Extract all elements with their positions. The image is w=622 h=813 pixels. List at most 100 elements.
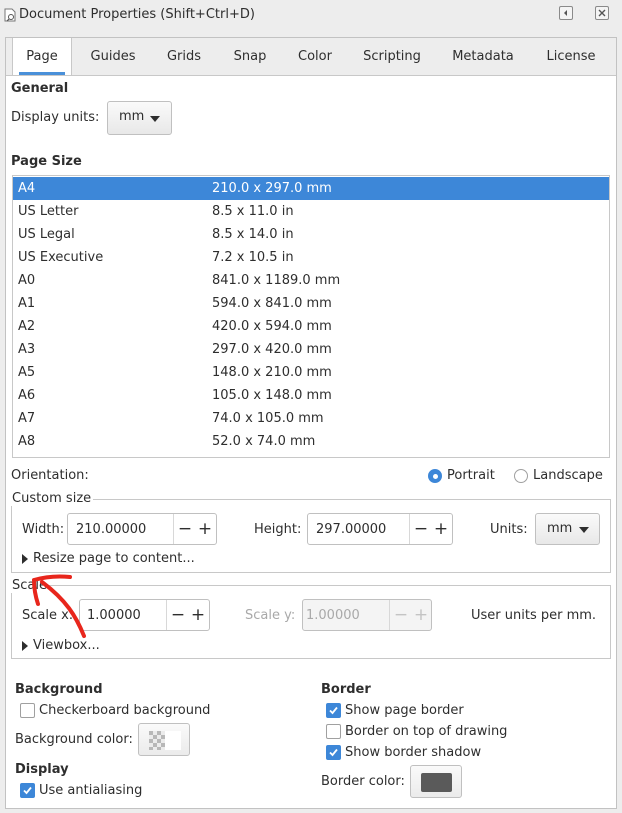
display-heading: Display [15, 762, 69, 777]
landscape-label: Landscape [533, 468, 603, 483]
display-units-value: mm [119, 109, 145, 124]
page-size-row[interactable]: A4 210.0 x 297.0 mm [13, 177, 609, 200]
dock-button[interactable] [559, 6, 573, 20]
user-units-note: User units per mm. [471, 608, 597, 623]
tab-license[interactable]: License [534, 38, 608, 75]
width-spinbox[interactable]: 210.00000 − + [67, 513, 217, 545]
page-size-row[interactable]: A5 148.0 x 210.0 mm [13, 361, 609, 384]
page-size-row[interactable]: US Letter 8.5 x 11.0 in [13, 200, 609, 223]
height-input[interactable]: 297.00000 [316, 522, 386, 537]
border-color-swatch [421, 773, 452, 792]
width-input[interactable]: 210.00000 [76, 522, 146, 537]
page-size-dimensions: 52.0 x 74.0 mm [212, 434, 316, 449]
page-size-dimensions: 8.5 x 14.0 in [212, 227, 294, 242]
background-color-button[interactable] [138, 723, 190, 756]
antialiasing-checkbox[interactable] [20, 783, 35, 798]
page-size-row[interactable]: A2 420.0 x 594.0 mm [13, 315, 609, 338]
scale-y-input: 1.00000 [306, 608, 360, 623]
width-increment-button[interactable]: + [194, 514, 216, 544]
window-titlebar: Document Properties (Shift+Ctrl+D) [0, 0, 622, 30]
page-size-row[interactable]: A8 52.0 x 74.0 mm [13, 430, 609, 453]
page-size-list[interactable]: A4 210.0 x 297.0 mm US Letter 8.5 x 11.0 in… [12, 175, 610, 458]
show-border-shadow-checkbox[interactable] [326, 745, 341, 760]
close-button[interactable] [595, 6, 609, 20]
show-page-border-label: Show page border [345, 703, 464, 718]
document-properties-icon [4, 8, 16, 22]
expander-arrow-icon[interactable] [22, 554, 28, 564]
page-size-name: A9 [18, 453, 35, 457]
page-size-name: A4 [18, 181, 36, 196]
checkerboard-checkbox[interactable] [20, 703, 35, 718]
scale-y-spinbox: 1.00000 − + [302, 599, 432, 631]
checkmark-icon [23, 786, 32, 795]
page-size-row[interactable]: US Executive 7.2 x 10.5 in [13, 246, 609, 269]
page-size-row[interactable]: A1 594.0 x 841.0 mm [13, 292, 609, 315]
width-decrement-button[interactable]: − [173, 514, 196, 544]
checkerboard-label: Checkerboard background [39, 703, 211, 718]
document-properties-panel: Page Guides Grids Snap Color Scripting M… [5, 37, 617, 809]
page-size-name: A6 [18, 388, 36, 403]
page-size-row[interactable]: US Legal 8.5 x 14.0 in [13, 223, 609, 246]
checkerboard-swatch-icon [149, 731, 181, 750]
scale-y-label: Scale y: [245, 608, 296, 623]
scale-y-increment-button: + [413, 605, 429, 625]
page-size-row[interactable]: A3 297.0 x 420.0 mm [13, 338, 609, 361]
page-size-row[interactable]: A6 105.0 x 148.0 mm [13, 384, 609, 407]
page-size-name: A8 [18, 434, 36, 449]
units-value: mm [547, 521, 573, 536]
background-heading: Background [15, 682, 103, 697]
page-size-name: A2 [18, 319, 36, 334]
tab-page[interactable]: Page [12, 38, 72, 75]
border-on-top-checkbox[interactable] [326, 724, 341, 739]
tab-guides-label: Guides [90, 49, 136, 64]
scale-y-decrement-button: − [389, 600, 412, 630]
scale-x-increment-button[interactable]: + [187, 600, 209, 630]
show-page-border-checkbox[interactable] [326, 703, 341, 718]
tab-scripting[interactable]: Scripting [351, 38, 433, 75]
page-size-name: US Legal [18, 227, 75, 242]
tab-metadata[interactable]: Metadata [441, 38, 525, 75]
general-heading: General [11, 81, 69, 96]
tab-bar: Page Guides Grids Snap Color Scripting M… [6, 38, 616, 76]
checkmark-icon [329, 748, 338, 757]
scale-x-decrement-button[interactable]: − [166, 600, 189, 630]
page-size-name: US Letter [18, 204, 79, 219]
page-size-heading: Page Size [11, 154, 82, 169]
custom-size-label: Custom size [10, 491, 94, 506]
scale-x-input[interactable]: 1.00000 [87, 608, 141, 623]
page-size-dimensions: 8.5 x 11.0 in [212, 204, 294, 219]
display-units-label: Display units: [11, 110, 100, 125]
tab-snap-label: Snap [233, 49, 267, 64]
units-dropdown[interactable]: mm [535, 513, 600, 545]
display-units-dropdown[interactable]: mm [107, 101, 172, 135]
page-size-dimensions: 594.0 x 841.0 mm [212, 296, 332, 311]
scale-label: Scale [10, 578, 49, 593]
expander-arrow-icon[interactable] [22, 641, 28, 651]
orientation-label: Orientation: [11, 468, 89, 483]
page-size-dimensions: 148.0 x 210.0 mm [212, 365, 332, 380]
page-size-name: A5 [18, 365, 36, 380]
height-spinbox[interactable]: 297.00000 − + [307, 513, 453, 545]
page-size-dimensions: 105.0 x 148.0 mm [212, 388, 332, 403]
viewbox-expander[interactable]: Viewbox... [33, 638, 100, 653]
height-increment-button[interactable]: + [430, 514, 452, 544]
page-size-dimensions: 7.2 x 10.5 in [212, 250, 294, 265]
page-size-row[interactable]: A0 841.0 x 1189.0 mm [13, 269, 609, 292]
tab-color-label: Color [298, 49, 332, 64]
dock-icon [564, 10, 567, 16]
tab-grids[interactable]: Grids [154, 38, 214, 75]
resize-page-expander[interactable]: Resize page to content... [33, 551, 195, 566]
border-color-button[interactable] [410, 765, 462, 798]
border-on-top-label: Border on top of drawing [345, 724, 508, 739]
tab-guides[interactable]: Guides [78, 38, 148, 75]
units-label: Units: [490, 522, 528, 537]
portrait-radio[interactable] [428, 469, 442, 483]
page-size-dimensions: 37.0 x 52.0 mm [212, 453, 315, 457]
height-decrement-button[interactable]: − [409, 514, 432, 544]
scale-x-spinbox[interactable]: 1.00000 − + [79, 599, 210, 631]
landscape-radio[interactable] [514, 469, 528, 483]
page-size-row[interactable]: A9 37.0 x 52.0 mm [13, 453, 609, 457]
tab-color[interactable]: Color [286, 38, 344, 75]
page-size-row[interactable]: A7 74.0 x 105.0 mm [13, 407, 609, 430]
tab-snap[interactable]: Snap [220, 38, 280, 75]
